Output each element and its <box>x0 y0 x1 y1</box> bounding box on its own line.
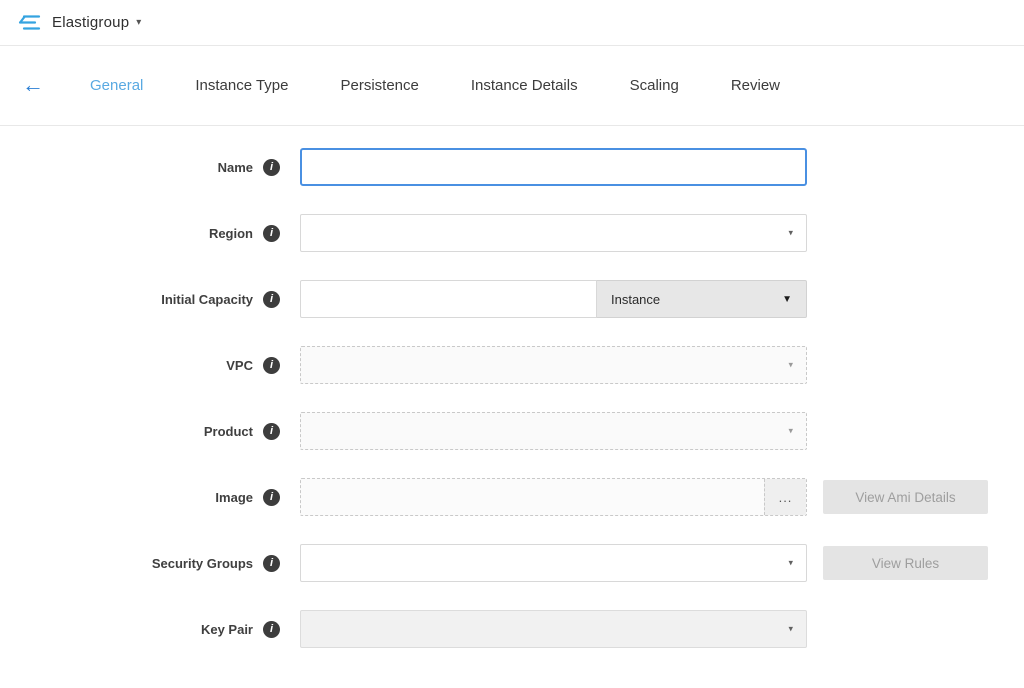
tab-scaling[interactable]: Scaling <box>630 77 679 94</box>
vpc-label: VPC <box>226 358 253 373</box>
top-bar: Elastigroup ▾ <box>0 0 1024 46</box>
security-groups-caret-icon: ▾ <box>788 558 793 569</box>
security-groups-info-icon[interactable]: i <box>263 555 280 572</box>
image-browse-button[interactable]: ... <box>764 479 806 515</box>
capacity-unit-selected-value: Instance <box>611 292 660 307</box>
general-settings-form: Name i Region i ▾ Initial Capacity i <box>0 126 1024 648</box>
image-label: Image <box>215 490 253 505</box>
vpc-select[interactable]: ▾ <box>300 346 807 384</box>
name-label: Name <box>218 160 253 175</box>
view-ami-details-button[interactable]: View Ami Details <box>823 480 988 514</box>
form-row-product: Product i ▾ <box>0 412 1024 450</box>
app-title: Elastigroup <box>52 14 129 31</box>
image-field: ... <box>300 478 807 516</box>
wizard-tabs: General Instance Type Persistence Instan… <box>90 77 832 94</box>
vpc-info-icon[interactable]: i <box>263 357 280 374</box>
name-input[interactable] <box>300 148 807 186</box>
key-pair-label: Key Pair <box>201 622 253 637</box>
image-info-icon[interactable]: i <box>263 489 280 506</box>
product-select[interactable]: ▾ <box>300 412 807 450</box>
region-info-icon[interactable]: i <box>263 225 280 242</box>
initial-capacity-label: Initial Capacity <box>161 292 253 307</box>
region-label: Region <box>209 226 253 241</box>
elastigroup-logo-icon <box>18 14 42 31</box>
capacity-unit-caret-icon: ▼ <box>782 294 792 305</box>
form-row-security-groups: Security Groups i ▾ View Rules <box>0 544 1024 582</box>
back-icon[interactable]: ← <box>22 74 44 96</box>
tab-instance-type[interactable]: Instance Type <box>195 77 288 94</box>
initial-capacity-input[interactable] <box>300 280 597 318</box>
app-switcher-caret-icon[interactable]: ▾ <box>136 17 141 28</box>
form-row-region: Region i ▾ <box>0 214 1024 252</box>
capacity-unit-select[interactable]: Instance ▼ <box>597 280 807 318</box>
security-groups-label: Security Groups <box>152 556 253 571</box>
form-row-key-pair: Key Pair i ▾ <box>0 610 1024 648</box>
tab-instance-details[interactable]: Instance Details <box>471 77 578 94</box>
security-groups-select[interactable]: ▾ <box>300 544 807 582</box>
key-pair-select[interactable]: ▾ <box>300 610 807 648</box>
key-pair-info-icon[interactable]: i <box>263 621 280 638</box>
image-input[interactable] <box>301 479 764 515</box>
tab-persistence[interactable]: Persistence <box>341 77 419 94</box>
product-caret-icon: ▾ <box>788 426 793 437</box>
form-row-initial-capacity: Initial Capacity i Instance ▼ <box>0 280 1024 318</box>
vpc-caret-icon: ▾ <box>788 360 793 371</box>
key-pair-caret-icon: ▾ <box>788 624 793 635</box>
wizard-tab-bar: ← General Instance Type Persistence Inst… <box>0 46 1024 126</box>
product-info-icon[interactable]: i <box>263 423 280 440</box>
form-row-vpc: VPC i ▾ <box>0 346 1024 384</box>
tab-general[interactable]: General <box>90 77 143 94</box>
tab-review[interactable]: Review <box>731 77 780 94</box>
product-label: Product <box>204 424 253 439</box>
initial-capacity-info-icon[interactable]: i <box>263 291 280 308</box>
form-row-name: Name i <box>0 148 1024 186</box>
name-info-icon[interactable]: i <box>263 159 280 176</box>
view-rules-button[interactable]: View Rules <box>823 546 988 580</box>
region-caret-icon: ▾ <box>788 228 793 239</box>
form-row-image: Image i ... View Ami Details <box>0 478 1024 516</box>
region-select[interactable]: ▾ <box>300 214 807 252</box>
